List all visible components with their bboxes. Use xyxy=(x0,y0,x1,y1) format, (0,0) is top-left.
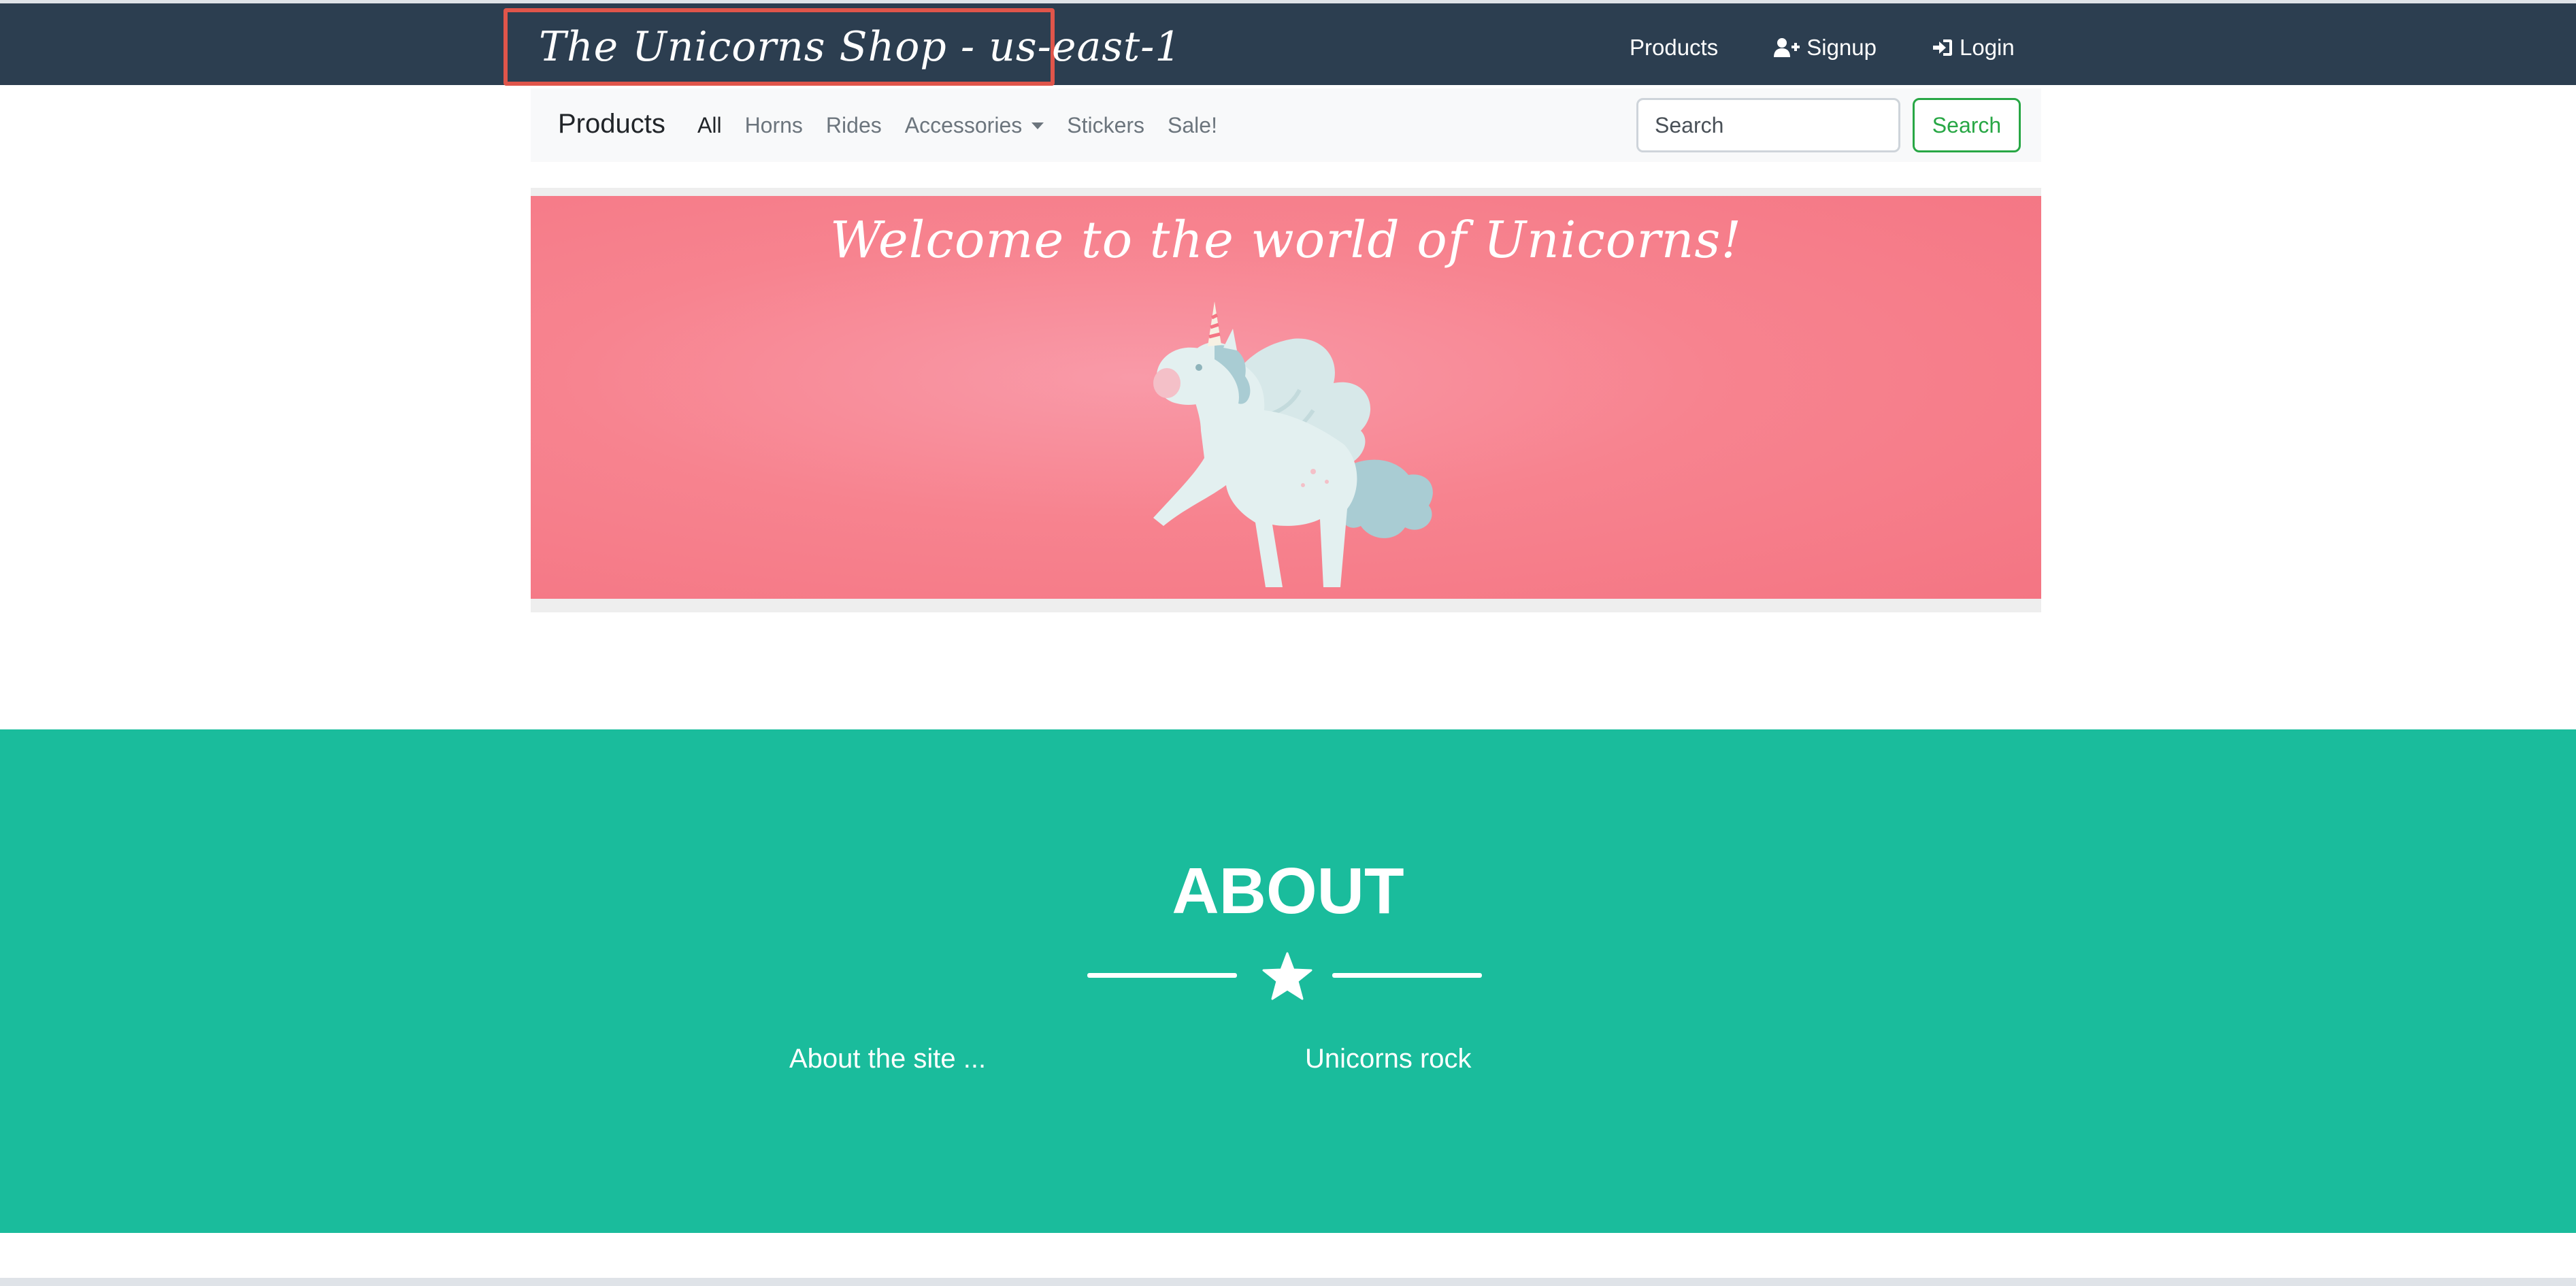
top-nav-links: Products Signup Login xyxy=(1630,7,2015,88)
divider-line-right xyxy=(1332,973,1482,978)
banner-title: Welcome to the world of Unicorns! xyxy=(829,211,1743,269)
category-sale[interactable]: Sale! xyxy=(1168,113,1217,138)
about-title: ABOUT xyxy=(1172,855,1404,927)
top-navbar: The Unicorns Shop - us-east-1 Products S… xyxy=(0,3,2576,88)
search-input[interactable] xyxy=(1636,98,1900,152)
category-stickers[interactable]: Stickers xyxy=(1067,113,1144,138)
about-left-text: About the site ... xyxy=(789,1044,987,1074)
hero-banner: Welcome to the world of Unicorns! xyxy=(531,196,2041,599)
star-icon xyxy=(1262,952,1312,1000)
nav-signup-link[interactable]: Signup xyxy=(1774,35,1877,61)
category-all[interactable]: All xyxy=(697,113,722,138)
about-right-text: Unicorns rock xyxy=(1305,1044,1472,1074)
nav-login-label: Login xyxy=(1960,35,2015,60)
category-accessories-dropdown[interactable]: Accessories xyxy=(905,113,1044,138)
user-plus-icon xyxy=(1774,38,1800,57)
nav-signup-label: Signup xyxy=(1806,35,1877,60)
sign-in-icon xyxy=(1933,39,1952,56)
category-links: All Horns Rides Accessories Stickers Sal… xyxy=(697,113,1240,138)
about-section: ABOUT About the site ... Unicorns rock xyxy=(0,729,2576,1233)
nav-login-link[interactable]: Login xyxy=(1932,35,2015,61)
window-bottom-edge xyxy=(0,1278,2576,1286)
nav-products-label: Products xyxy=(1630,35,1719,60)
divider-line-left xyxy=(1087,973,1237,978)
brand-title: The Unicorns Shop - us-east-1 xyxy=(539,23,1182,71)
category-horns[interactable]: Horns xyxy=(745,113,803,138)
category-rides[interactable]: Rides xyxy=(826,113,882,138)
nav-products-link[interactable]: Products xyxy=(1630,35,1718,61)
brand-link[interactable]: The Unicorns Shop - us-east-1 xyxy=(503,8,1181,86)
subnav-title[interactable]: Products xyxy=(558,109,665,139)
category-accessories-label: Accessories xyxy=(904,113,1023,137)
unicorn-illustration xyxy=(1153,301,1433,587)
products-subnav: Products All Horns Rides Accessories Sti… xyxy=(531,88,2041,162)
search-button[interactable]: Search xyxy=(1913,98,2021,152)
caret-down-icon xyxy=(1031,122,1044,129)
